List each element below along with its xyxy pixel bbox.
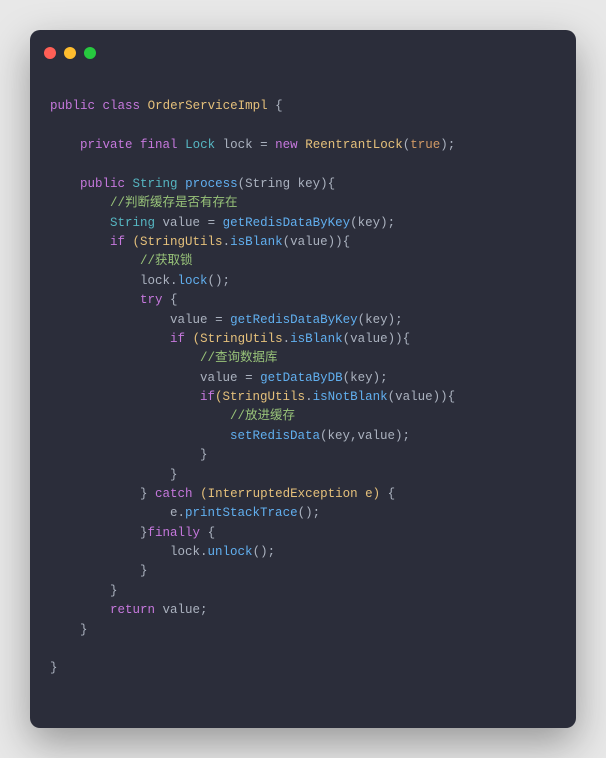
- type: Lock: [185, 138, 215, 152]
- punct: =: [208, 216, 216, 230]
- close-icon[interactable]: [44, 47, 56, 59]
- keyword: if: [200, 390, 215, 404]
- punct: {: [388, 487, 396, 501]
- method: isNotBlank: [313, 390, 388, 404]
- punct: ();: [208, 274, 231, 288]
- ident: e.: [170, 506, 185, 520]
- class-name: (StringUtils: [215, 390, 305, 404]
- window-titlebar: [30, 30, 576, 64]
- method: lock: [178, 274, 208, 288]
- ident: value: [163, 216, 201, 230]
- punct: }: [170, 468, 178, 482]
- punct: .: [223, 235, 231, 249]
- ident: value: [200, 371, 238, 385]
- class-name: ReentrantLock: [305, 138, 403, 152]
- keyword: return: [110, 603, 155, 617]
- punct: }: [140, 526, 148, 540]
- punct: (key);: [350, 216, 395, 230]
- ident: value: [170, 313, 208, 327]
- method: isBlank: [290, 332, 343, 346]
- method: getDataByDB: [260, 371, 343, 385]
- method: getRedisDataByKey: [223, 216, 351, 230]
- punct: =: [245, 371, 253, 385]
- keyword: finally: [148, 526, 201, 540]
- punct: {: [170, 293, 178, 307]
- keyword: new: [275, 138, 298, 152]
- type: String: [110, 216, 155, 230]
- method: unlock: [208, 545, 253, 559]
- keyword: if: [170, 332, 185, 346]
- bool: true: [410, 138, 440, 152]
- comment: //查询数据库: [200, 351, 278, 365]
- punct: =: [215, 313, 223, 327]
- punct: }: [110, 584, 118, 598]
- keyword: try: [140, 293, 163, 307]
- keyword: final: [140, 138, 178, 152]
- ident: value;: [163, 603, 208, 617]
- punct: }: [140, 487, 148, 501]
- punct: (String key){: [238, 177, 336, 191]
- punct: (key,value);: [320, 429, 410, 443]
- code-block: public class OrderServiceImpl { private …: [30, 64, 576, 728]
- punct: {: [208, 526, 216, 540]
- keyword: if: [110, 235, 125, 249]
- class-name: (StringUtils: [133, 235, 223, 249]
- punct: ();: [298, 506, 321, 520]
- ident: lock: [223, 138, 253, 152]
- class-name: (StringUtils: [193, 332, 283, 346]
- punct: (key);: [343, 371, 388, 385]
- method: isBlank: [230, 235, 283, 249]
- keyword: public: [80, 177, 125, 191]
- punct: }: [200, 448, 208, 462]
- comment: //判断缓存是否有存在: [110, 196, 238, 210]
- punct: }: [50, 661, 58, 675]
- punct: {: [275, 99, 283, 113]
- punct: (value)){: [283, 235, 351, 249]
- minimize-icon[interactable]: [64, 47, 76, 59]
- maximize-icon[interactable]: [84, 47, 96, 59]
- punct: (key);: [358, 313, 403, 327]
- code-window: public class OrderServiceImpl { private …: [30, 30, 576, 728]
- ident: lock.: [170, 545, 208, 559]
- method: setRedisData: [230, 429, 320, 443]
- method: printStackTrace: [185, 506, 298, 520]
- punct: .: [305, 390, 313, 404]
- type: String: [133, 177, 178, 191]
- ident: lock.: [140, 274, 178, 288]
- class-name: OrderServiceImpl: [148, 99, 268, 113]
- keyword: public: [50, 99, 95, 113]
- punct: =: [260, 138, 268, 152]
- punct: (value)){: [343, 332, 411, 346]
- punct: }: [80, 623, 88, 637]
- keyword: class: [103, 99, 141, 113]
- punct: ();: [253, 545, 276, 559]
- punct: }: [140, 564, 148, 578]
- punct: );: [440, 138, 455, 152]
- method: process: [185, 177, 238, 191]
- method: getRedisDataByKey: [230, 313, 358, 327]
- keyword: private: [80, 138, 133, 152]
- comment: //获取锁: [140, 254, 193, 268]
- comment: //放进缓存: [230, 409, 295, 423]
- class-name: (InterruptedException e): [200, 487, 380, 501]
- keyword: catch: [155, 487, 193, 501]
- punct: (value)){: [388, 390, 456, 404]
- punct: .: [283, 332, 291, 346]
